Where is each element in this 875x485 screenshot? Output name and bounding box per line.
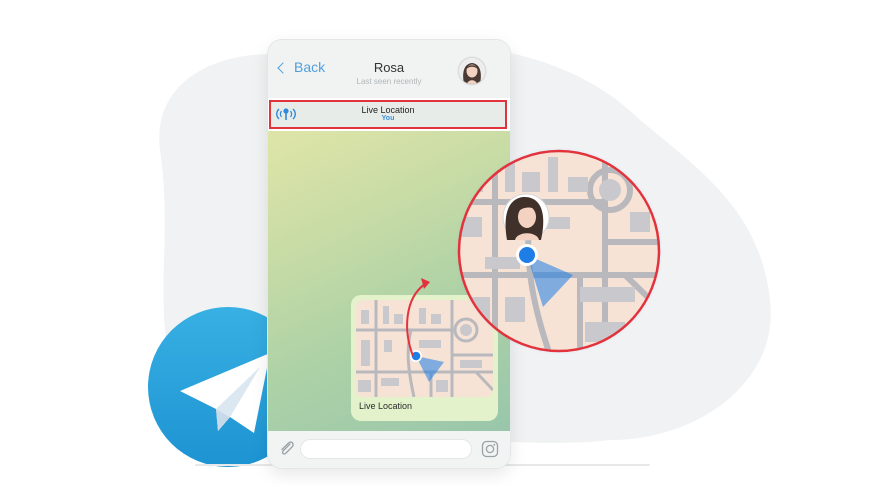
live-location-title: Live Location xyxy=(361,105,415,115)
live-location-bar[interactable]: Live Location You xyxy=(269,100,507,129)
contact-avatar-pin xyxy=(502,193,550,241)
red-arrow xyxy=(406,278,430,357)
message-input[interactable] xyxy=(300,439,472,459)
chat-header: Back Rosa Last seen recently xyxy=(268,40,510,98)
message-caption: Live Location xyxy=(359,401,413,411)
live-location-subtitle: You xyxy=(381,115,395,122)
avatar[interactable] xyxy=(459,58,485,84)
location-pin-icon xyxy=(516,244,538,266)
paperclip-icon[interactable] xyxy=(277,439,297,459)
camera-icon[interactable] xyxy=(481,440,499,458)
message-input-bar xyxy=(268,431,510,468)
telegram-logo-icon xyxy=(148,307,308,467)
zoomed-map-callout xyxy=(455,147,663,355)
